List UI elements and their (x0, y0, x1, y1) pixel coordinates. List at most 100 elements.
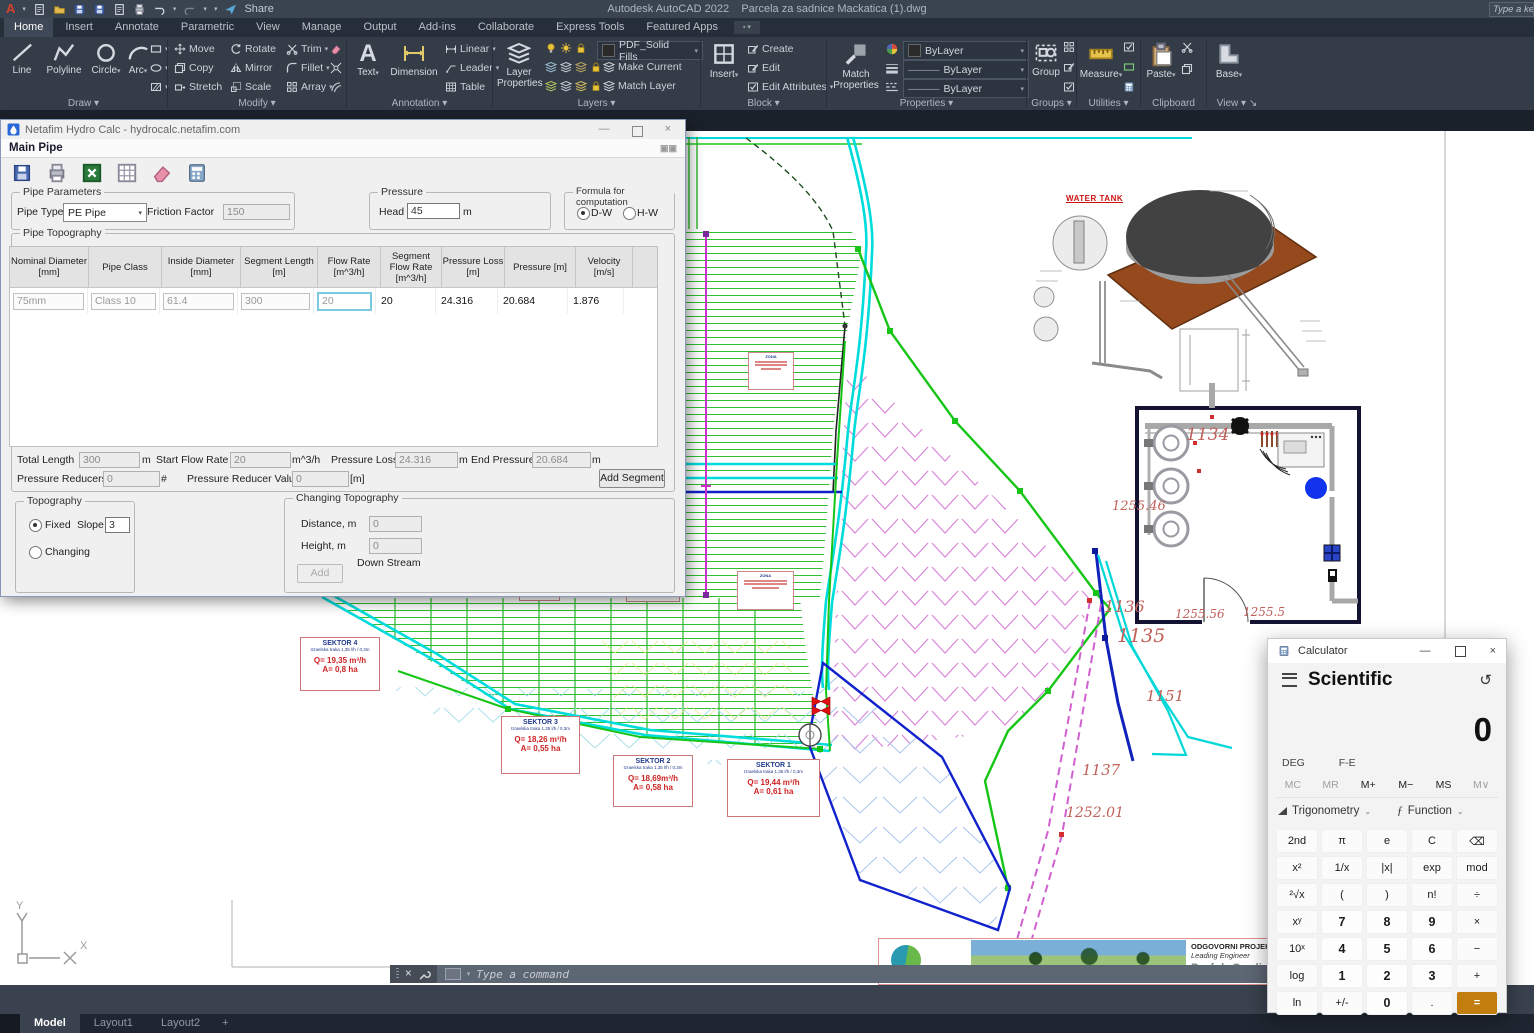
calc-maximize-button[interactable] (1455, 646, 1466, 657)
share-icon[interactable] (224, 3, 237, 16)
key-decimal[interactable]: . (1411, 991, 1453, 1015)
layer-dropdown[interactable]: PDF_Solid Fills▾ (597, 41, 703, 60)
dialog-minimize-button[interactable]: — (599, 123, 610, 137)
dialog-close-button[interactable]: × (665, 123, 671, 137)
nominal-diameter-input[interactable]: 75mm (13, 293, 84, 310)
match-layer-button[interactable]: Match Layer (603, 80, 676, 92)
panel-label-properties[interactable]: Properties ▾ (827, 98, 1026, 109)
array-button[interactable]: Array▾ (286, 81, 333, 93)
tab-insert[interactable]: Insert (55, 18, 103, 37)
dialog-title-bar[interactable]: Netafim Hydro Calc - hydrocalc.netafim.c… (1, 120, 685, 140)
text-button[interactable]: AText▾ (353, 41, 383, 79)
tab-collaborate[interactable]: Collaborate (468, 18, 544, 37)
tab-layout1[interactable]: Layout1 (80, 1014, 147, 1033)
offset-button[interactable] (330, 81, 342, 93)
save-report-icon[interactable] (11, 162, 33, 184)
start-flow-field[interactable]: 20 (230, 452, 291, 468)
print-icon[interactable] (46, 162, 68, 184)
function-dropdown[interactable]: ƒFunction⌄ (1397, 805, 1464, 817)
layer-walk-icon[interactable] (545, 80, 557, 92)
col-inside-diameter[interactable]: Inside Diameter [mm] (162, 247, 241, 287)
panel-label-groups[interactable]: Groups ▾ (1027, 98, 1076, 109)
key-power[interactable]: xʸ (1276, 910, 1318, 934)
key-close-paren[interactable]: ) (1366, 883, 1408, 907)
quick-calc-icon[interactable] (1123, 81, 1135, 93)
panel-label-block[interactable]: Block ▾ (701, 98, 826, 109)
measure-button[interactable]: Measure▾ (1079, 41, 1123, 81)
edit-attributes-button[interactable]: Edit Attributes▾ (747, 81, 833, 93)
trim-button[interactable]: Trim▾ (286, 43, 328, 55)
fillet-button[interactable]: Fillet▾ (286, 62, 330, 74)
calc-close-button[interactable]: × (1490, 645, 1496, 657)
hw-radio[interactable] (623, 207, 636, 220)
end-pressure-field[interactable]: 20.684 (532, 452, 591, 468)
layer-vpfreeze-icon[interactable] (560, 80, 572, 92)
col-segment-length[interactable]: Segment Length [m] (241, 247, 318, 287)
key-negate[interactable]: +/- (1321, 991, 1363, 1015)
erase-button[interactable] (330, 43, 342, 55)
hatch-tool-icon[interactable]: ▾ (150, 81, 169, 93)
slope-field[interactable]: 3 (105, 517, 130, 533)
key-divide[interactable]: ÷ (1456, 883, 1498, 907)
key-e[interactable]: e (1366, 829, 1408, 853)
save-as-icon[interactable] (93, 3, 106, 16)
calc-ms-button[interactable]: MS (1425, 779, 1463, 791)
ribbon-overflow-button[interactable]: ▪ ▾ (734, 21, 760, 34)
select-window-icon[interactable] (1123, 61, 1135, 73)
group-select-icon[interactable] (1063, 81, 1075, 93)
key-2nd[interactable]: 2nd (1276, 829, 1318, 853)
key-4[interactable]: 4 (1321, 937, 1363, 961)
open-folder-icon[interactable] (53, 3, 66, 16)
layer-isolate-icon[interactable] (545, 61, 557, 73)
tab-featured-apps[interactable]: Featured Apps (636, 18, 728, 37)
match-properties-button[interactable]: Match Properties (831, 41, 881, 91)
logo-caret-icon[interactable]: ▾ (22, 5, 26, 13)
arc-button[interactable]: Arc▾ (124, 41, 152, 77)
pipe-type-select[interactable]: PE Pipe▾ (63, 203, 147, 222)
tab-view[interactable]: View (246, 18, 290, 37)
stretch-button[interactable]: Stretch (174, 81, 222, 93)
distance-field[interactable]: 0 (369, 516, 422, 532)
col-flow-rate[interactable]: Flow Rate [m^3/h] (318, 247, 381, 287)
layer-properties-button[interactable]: Layer Properties (497, 41, 541, 89)
wrench-icon[interactable] (418, 968, 431, 981)
circle-button[interactable]: Circle▾ (88, 41, 124, 77)
layer-unlock-icon[interactable] (590, 61, 602, 73)
autocad-logo[interactable]: A (6, 0, 15, 18)
key-6[interactable]: 6 (1411, 937, 1453, 961)
panel-label-utilities[interactable]: Utilities ▾ (1077, 98, 1140, 109)
col-pipe-class[interactable]: Pipe Class (89, 247, 162, 287)
polyline-button[interactable]: Polyline (42, 41, 86, 76)
redo-icon[interactable] (183, 3, 196, 16)
key-multiply[interactable]: × (1456, 910, 1498, 934)
col-pressure-loss[interactable]: Pressure Loss [m] (442, 247, 505, 287)
col-velocity[interactable]: Velocity [m/s] (576, 247, 633, 287)
panel-label-view[interactable]: View ▾ ↘ (1207, 98, 1267, 109)
tab-annotate[interactable]: Annotate (105, 18, 169, 37)
key-abs[interactable]: |x| (1366, 856, 1408, 880)
key-0[interactable]: 0 (1366, 991, 1408, 1015)
grid-view-icon[interactable] (116, 162, 138, 184)
inside-diameter-input[interactable]: 61.4 (163, 293, 234, 310)
new-layout-button[interactable]: + (214, 1014, 236, 1033)
pipe-class-input[interactable]: Class 10 (91, 293, 156, 310)
rotate-button[interactable]: Rotate (230, 43, 276, 55)
panel-label-draw[interactable]: Draw ▾ (0, 98, 167, 109)
key-7[interactable]: 7 (1321, 910, 1363, 934)
key-reciprocal[interactable]: 1/x (1321, 856, 1363, 880)
panel-label-annotation[interactable]: Annotation ▾ (347, 98, 492, 109)
key-9[interactable]: 9 (1411, 910, 1453, 934)
key-3[interactable]: 3 (1411, 964, 1453, 988)
scale-button[interactable]: Scale (230, 81, 271, 93)
layer-merge-icon[interactable] (575, 80, 587, 92)
tab-add-ins[interactable]: Add-ins (409, 18, 466, 37)
key-equals[interactable]: = (1456, 991, 1498, 1015)
color-dropdown[interactable]: ByLayer▾ (903, 41, 1029, 60)
eraser-icon[interactable] (151, 162, 173, 184)
layer-lock-icon[interactable] (575, 42, 587, 54)
copy-clip-icon[interactable] (1181, 63, 1193, 75)
grip-icon[interactable] (396, 968, 399, 980)
ungroup-icon[interactable] (1063, 41, 1075, 53)
key-1[interactable]: 1 (1321, 964, 1363, 988)
create-block-button[interactable]: Create (747, 43, 794, 55)
